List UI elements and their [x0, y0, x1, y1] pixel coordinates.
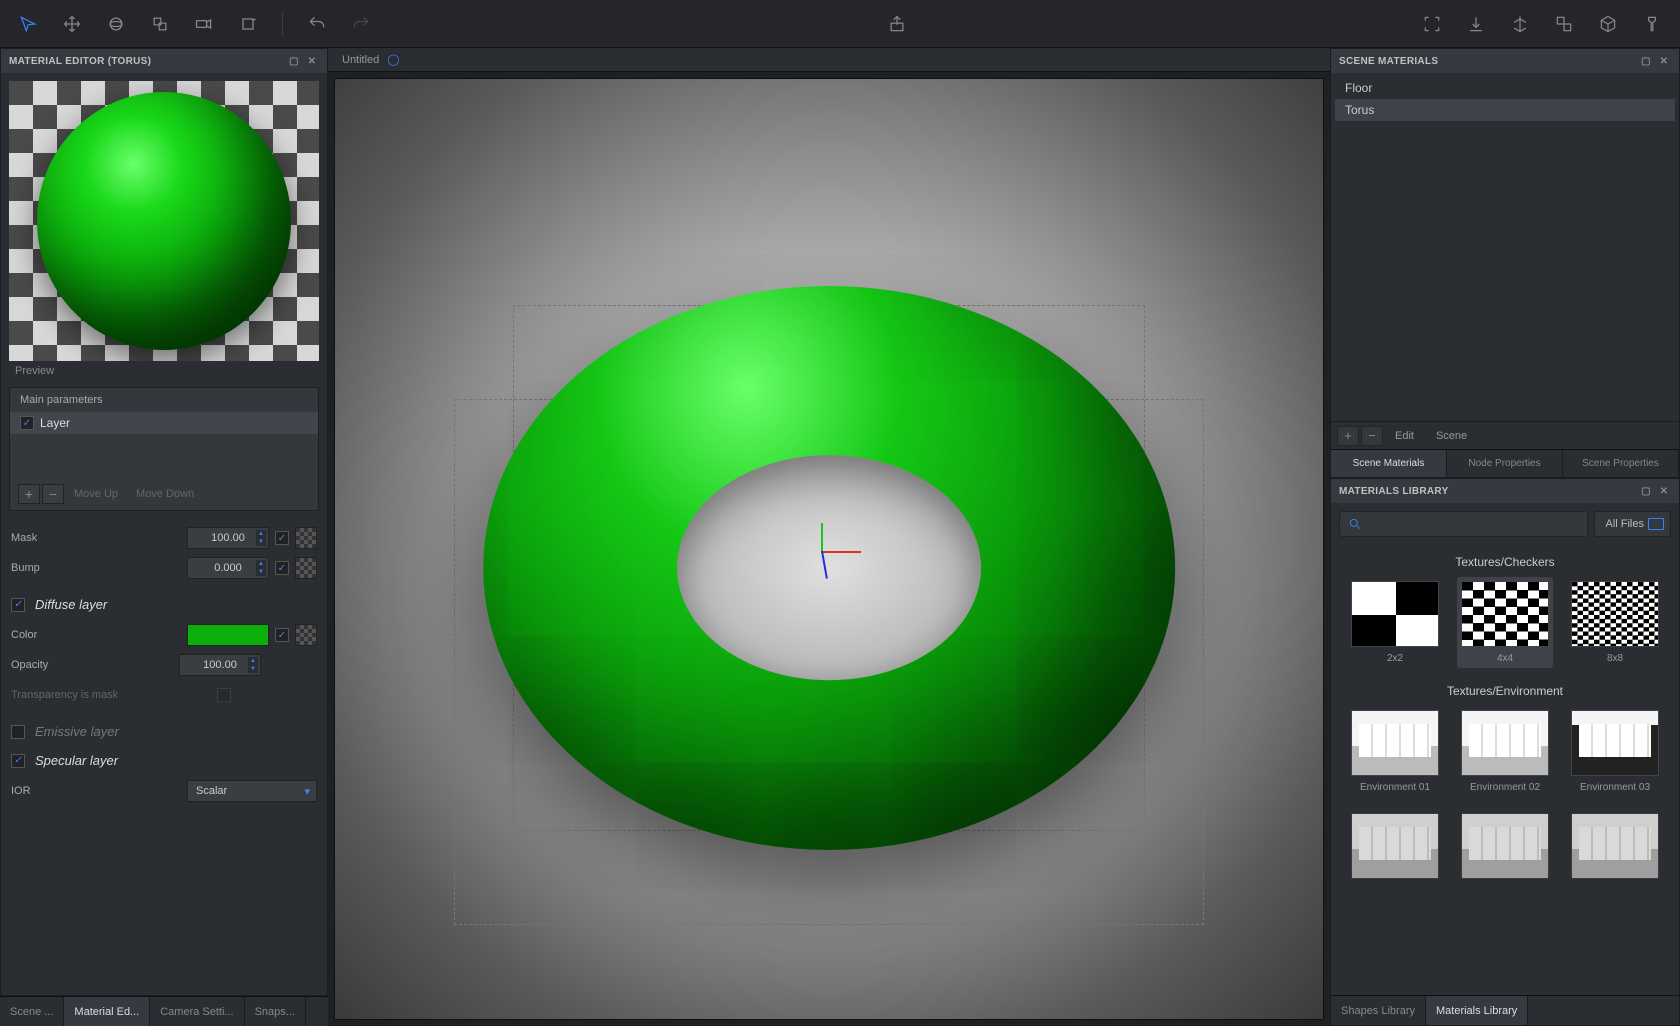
remove-material-button[interactable]: −: [1361, 426, 1383, 446]
mask-input[interactable]: 100.00▲▼: [187, 527, 269, 549]
library-item[interactable]: Environment 02: [1457, 706, 1553, 797]
top-toolbar: [0, 0, 1680, 48]
tab-scene[interactable]: Scene ...: [0, 997, 64, 1026]
close-document-icon[interactable]: ◯: [387, 53, 399, 66]
redo-button[interactable]: [343, 6, 379, 42]
scene-materials-list: Floor Torus: [1331, 73, 1679, 421]
material-preview: Preview: [1, 73, 327, 383]
tab-shapes-library[interactable]: Shapes Library: [1331, 996, 1426, 1025]
move-down-button[interactable]: Move Down: [128, 488, 202, 500]
mask-enable-checkbox[interactable]: [275, 531, 289, 545]
bump-texture-slot[interactable]: [295, 557, 317, 579]
maximize-icon[interactable]: ▢: [287, 54, 301, 68]
diffuse-section-header[interactable]: Diffuse layer: [1, 587, 327, 616]
tab-scene-properties[interactable]: Scene Properties: [1563, 450, 1679, 477]
layers-header: Main parameters: [10, 388, 318, 412]
diffuse-color-swatch[interactable]: [187, 624, 269, 646]
scene-materials-header: SCENE MATERIALS ▢ ✕: [1331, 49, 1679, 73]
diffuse-color-texture-slot[interactable]: [295, 624, 317, 646]
viewport[interactable]: [334, 78, 1324, 1020]
add-layer-button[interactable]: +: [18, 484, 40, 504]
mask-label: Mask: [11, 532, 93, 544]
tab-node-properties[interactable]: Node Properties: [1447, 450, 1563, 477]
color-label: Color: [11, 629, 93, 641]
emissive-section-header[interactable]: Emissive layer: [1, 714, 327, 743]
rotate-tool-button[interactable]: [98, 6, 134, 42]
layers-list: Main parameters Layer + − Move Up Move D…: [9, 387, 319, 511]
layer-row[interactable]: Layer: [10, 412, 318, 434]
library-section-title: Textures/Checkers: [1331, 551, 1679, 577]
panel-title: MATERIAL EDITOR (TORUS): [9, 56, 151, 67]
opacity-label: Opacity: [11, 659, 93, 671]
library-search-input[interactable]: [1339, 511, 1588, 537]
library-item[interactable]: 4x4: [1457, 577, 1553, 668]
download-button[interactable]: [1458, 6, 1494, 42]
library-item[interactable]: [1567, 809, 1663, 883]
edit-material-button[interactable]: Edit: [1385, 430, 1424, 442]
emissive-enable-checkbox[interactable]: [11, 725, 25, 739]
transparency-mask-checkbox[interactable]: [217, 688, 231, 702]
mask-texture-slot[interactable]: [295, 527, 317, 549]
ior-mode-select[interactable]: Scalar: [187, 780, 317, 802]
close-icon[interactable]: ✕: [305, 54, 319, 68]
library-filter-select[interactable]: All Files: [1594, 511, 1671, 537]
transform-button[interactable]: [1502, 6, 1538, 42]
diffuse-enable-checkbox[interactable]: [11, 598, 25, 612]
scene-material-item[interactable]: Floor: [1335, 77, 1675, 99]
add-material-button[interactable]: +: [1337, 426, 1359, 446]
light-tool-button[interactable]: [230, 6, 266, 42]
move-up-button[interactable]: Move Up: [66, 488, 126, 500]
document-tabs: Untitled ◯: [328, 48, 1330, 72]
bump-label: Bump: [11, 562, 93, 574]
library-item[interactable]: [1457, 809, 1553, 883]
maximize-icon[interactable]: ▢: [1639, 484, 1653, 498]
render-button[interactable]: [1634, 6, 1670, 42]
wireframe-button[interactable]: [1590, 6, 1626, 42]
library-item[interactable]: 8x8: [1567, 577, 1663, 668]
scene-material-item[interactable]: Torus: [1335, 99, 1675, 121]
undo-button[interactable]: [299, 6, 335, 42]
library-item[interactable]: 2x2: [1347, 577, 1443, 668]
navigate-tool-button[interactable]: [10, 6, 46, 42]
bump-input[interactable]: 0.000▲▼: [187, 557, 269, 579]
preview-label: Preview: [9, 361, 319, 381]
layer-name: Layer: [40, 416, 70, 430]
diffuse-color-enable-checkbox[interactable]: [275, 628, 289, 642]
bump-enable-checkbox[interactable]: [275, 561, 289, 575]
tab-material-editor[interactable]: Material Ed...: [64, 997, 150, 1026]
material-editor-header: MATERIAL EDITOR (TORUS) ▢ ✕: [1, 49, 327, 73]
specular-enable-checkbox[interactable]: [11, 754, 25, 768]
left-bottom-tabs: Scene ... Material Ed... Camera Setti...…: [0, 996, 328, 1026]
specular-section-header[interactable]: Specular layer: [1, 743, 327, 772]
search-icon: [1348, 517, 1362, 531]
tab-materials-library[interactable]: Materials Library: [1426, 996, 1528, 1025]
library-section-title: Textures/Environment: [1331, 680, 1679, 706]
library-item[interactable]: Environment 03: [1567, 706, 1663, 797]
document-tab[interactable]: Untitled ◯: [328, 48, 414, 71]
layer-visible-checkbox[interactable]: [20, 416, 34, 430]
frame-button[interactable]: [1414, 6, 1450, 42]
torus-object[interactable]: [483, 286, 1175, 850]
library-item[interactable]: [1347, 809, 1443, 883]
close-icon[interactable]: ✕: [1657, 54, 1671, 68]
move-tool-button[interactable]: [54, 6, 90, 42]
scale-tool-button[interactable]: [142, 6, 178, 42]
tab-scene-materials[interactable]: Scene Materials: [1331, 450, 1447, 477]
library-item[interactable]: Environment 01: [1347, 706, 1443, 797]
close-icon[interactable]: ✕: [1657, 484, 1671, 498]
materials-library-header: MATERIALS LIBRARY ▢ ✕: [1331, 479, 1679, 503]
viewmode-button[interactable]: [1546, 6, 1582, 42]
transparency-mask-label: Transparency is mask: [11, 689, 118, 701]
tab-camera-settings[interactable]: Camera Setti...: [150, 997, 244, 1026]
share-button[interactable]: [879, 6, 915, 42]
ior-label: IOR: [11, 785, 93, 797]
opacity-input[interactable]: 100.00▲▼: [179, 654, 261, 676]
maximize-icon[interactable]: ▢: [1639, 54, 1653, 68]
camera-tool-button[interactable]: [186, 6, 222, 42]
scene-material-button[interactable]: Scene: [1426, 430, 1477, 442]
remove-layer-button[interactable]: −: [42, 484, 64, 504]
tab-snapshots[interactable]: Snaps...: [245, 997, 306, 1026]
